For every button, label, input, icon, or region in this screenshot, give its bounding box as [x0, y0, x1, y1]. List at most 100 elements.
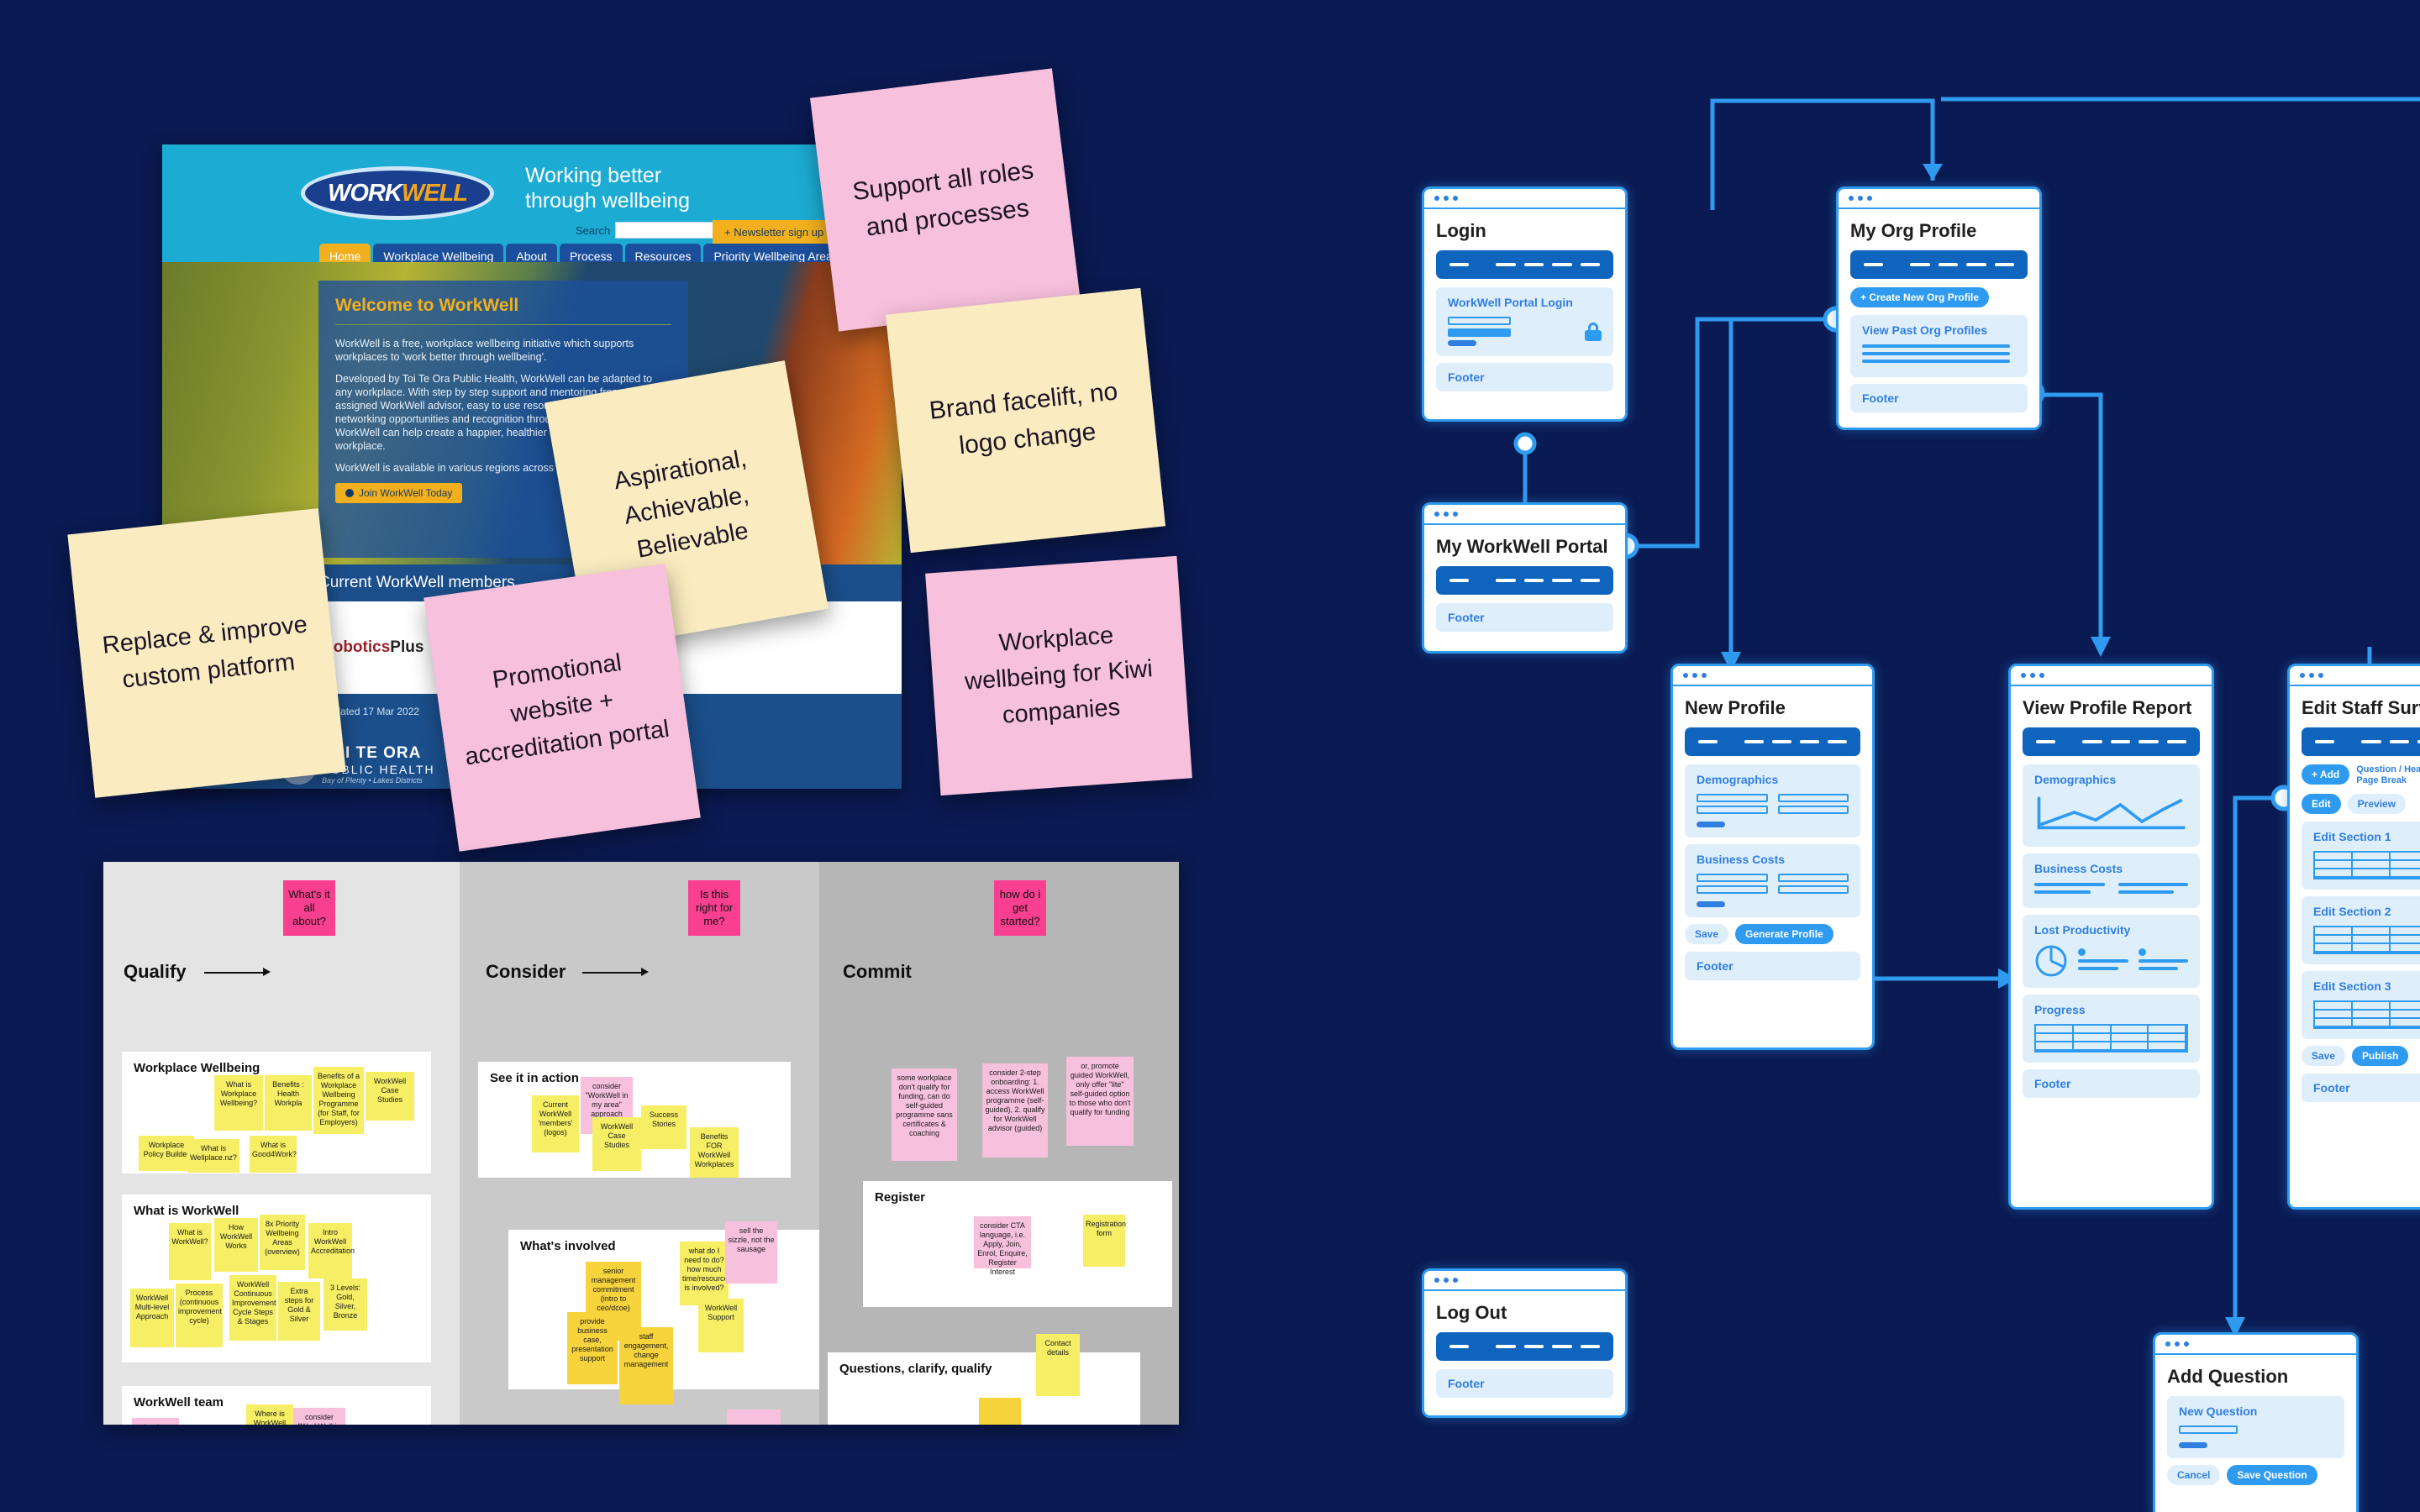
stage-arrow-qualify	[204, 972, 263, 974]
sticky-note-text: Aspirational, Achievable, Believable	[612, 444, 751, 564]
login-submit-button[interactable]	[1448, 340, 1476, 346]
wireframe-card-new-profile[interactable]: New Profile Demographics Business Costs …	[1670, 664, 1875, 1050]
demographics-field[interactable]	[1777, 794, 1849, 802]
add-caption-line-1: Question / Heading /	[2356, 764, 2420, 774]
panel-title: Register	[875, 1190, 926, 1205]
sticky-workplace-wellbeing-5: What is Wellplace.nz?	[187, 1139, 239, 1173]
sticky-workwell-team-1: Where is WorkWell	[246, 1404, 293, 1425]
section-footer: Footer	[1436, 1369, 1613, 1398]
business-costs-submit-button[interactable]	[1697, 901, 1725, 907]
card-title: My WorkWell Portal	[1436, 536, 1608, 557]
wireframe-card-login[interactable]: Login WorkWell Portal Login Footer	[1422, 186, 1628, 422]
generate-profile-button[interactable]: Generate Profile	[1735, 924, 1833, 944]
question-note-qualify: What's it all about?	[283, 880, 335, 936]
window-dot-icon	[2165, 1341, 2170, 1347]
create-org-profile-row[interactable]: + Create New Org Profile	[1850, 287, 2028, 307]
panel-title: Questions, clarify, qualify	[839, 1362, 992, 1376]
section-workwell-portal-login: WorkWell Portal Login	[1436, 287, 1613, 356]
sticky-what-is-workwell-4: WorkWell Continuous Improvement Cycle St…	[229, 1275, 276, 1341]
stage-label-consider: Consider	[486, 961, 566, 982]
window-chrome	[1424, 1271, 1625, 1291]
question-note-consider: Is this right for me?	[688, 880, 740, 936]
wireframe-card-my-workwell-portal[interactable]: My WorkWell Portal Footer	[1422, 502, 1628, 654]
cancel-button[interactable]: Cancel	[2167, 1465, 2221, 1485]
username-field[interactable]	[1448, 317, 1511, 325]
wireframe-card-my-org-profile[interactable]: My Org Profile + Create New Org Profile …	[1836, 186, 2042, 430]
section-heading: Demographics	[1697, 773, 1779, 786]
wireframe-card-view-profile-report[interactable]: View Profile Report Demographics Busines…	[2008, 664, 2214, 1210]
section-heading: Lost Productivity	[2034, 923, 2131, 937]
section-heading: Footer	[1448, 611, 1485, 624]
commit-loose-note	[727, 1410, 781, 1425]
new-question-submit-button[interactable]	[2179, 1442, 2207, 1448]
business-costs-field[interactable]	[1697, 885, 1768, 894]
business-costs-field[interactable]	[1777, 885, 1849, 894]
card-title: New Profile	[1685, 697, 1786, 718]
sticky-questions-filler	[979, 1398, 1021, 1425]
commit-note-1: consider 2-step onboarding: 1. access Wo…	[982, 1063, 1048, 1158]
sticky-whats-involved-1: what do I need to do? how much time/reso…	[680, 1242, 729, 1305]
sticky-note-replace-platform: Replace & improve custom platform	[67, 508, 346, 798]
demographics-submit-button[interactable]	[1697, 822, 1725, 827]
save-question-button[interactable]: Save Question	[2227, 1465, 2317, 1485]
business-costs-field[interactable]	[1697, 874, 1768, 882]
search-input[interactable]	[615, 222, 721, 239]
sticky-what-is-workwell-6: 3 Levels: Gold, Silver, Bronze	[324, 1278, 367, 1331]
join-workwell-label: Join WorkWell Today	[359, 487, 453, 499]
save-button[interactable]: Save	[2302, 1046, 2346, 1066]
sticky-note-text: Replace & improve custom platform	[101, 610, 309, 694]
demographics-field[interactable]	[1697, 806, 1768, 814]
section-heading: Footer	[1697, 959, 1733, 973]
bullet-icon	[345, 489, 354, 497]
wireframe-card-add-question[interactable]: Add Question New Question Cancel Save Qu…	[2153, 1332, 2359, 1512]
sticky-see-it-3: WorkWell Case Studies	[592, 1117, 641, 1171]
wireframe-card-edit-staff-survey[interactable]: Edit Staff Survey + Add Question / Headi…	[2287, 664, 2420, 1210]
publish-button[interactable]: Publish	[2352, 1046, 2409, 1066]
section-heading: Progress	[2034, 1003, 2086, 1016]
section-heading: Demographics	[2034, 773, 2117, 786]
create-new-org-profile-button[interactable]: + Create New Org Profile	[1850, 287, 1990, 307]
add-question-row[interactable]: + Add Question / Heading / Page Break	[2302, 764, 2420, 786]
section-lost-productivity: Lost Productivity	[2023, 915, 2200, 988]
window-dot-icon	[1683, 673, 1688, 678]
sticky-see-it-0: Current WorkWell 'members' (logos)	[532, 1095, 579, 1152]
panel-see-it-in-action: See it in action Current WorkWell 'membe…	[478, 1062, 791, 1178]
newsletter-signup-button[interactable]: + Newsletter sign up	[713, 220, 836, 244]
tab-preview[interactable]: Preview	[2347, 794, 2407, 814]
add-button[interactable]: + Add	[2302, 764, 2350, 785]
section-view-past-org-profiles[interactable]: View Past Org Profiles	[1850, 315, 2028, 377]
section-heading: Edit Section 2	[2313, 905, 2391, 918]
sticky-register-1: Registration form	[1083, 1215, 1126, 1267]
sticky-note-brand-facelift: Brand facelift, no logo change	[885, 287, 1166, 554]
sticky-questions-0: Contact details	[1036, 1334, 1080, 1396]
wireframe-card-log-out[interactable]: Log Out Footer	[1422, 1268, 1628, 1418]
window-dot-icon	[2184, 1341, 2189, 1347]
window-dot-icon	[1444, 1278, 1449, 1283]
password-field[interactable]	[1448, 328, 1511, 337]
save-button[interactable]: Save	[1685, 924, 1729, 944]
window-dot-icon	[2039, 673, 2044, 678]
tagline-line-1: Working better	[525, 164, 662, 187]
section-1-table	[2313, 851, 2420, 879]
demographics-field[interactable]	[1697, 794, 1768, 802]
sticky-workwell-team-2: consider "WorkWell in	[293, 1408, 345, 1425]
section-new-question: New Question	[2167, 1396, 2344, 1458]
section-heading: Footer	[2034, 1077, 2071, 1090]
sticky-note-text: Workplace wellbeing for Kiwi companies	[964, 622, 1154, 729]
stage-label-qualify: Qualify	[124, 961, 187, 982]
new-question-field[interactable]	[2179, 1425, 2238, 1434]
question-note-commit: how do i get started?	[994, 880, 1046, 936]
edit-preview-tabs[interactable]: Edit Preview	[2302, 794, 2420, 814]
line-chart-icon	[2037, 796, 2186, 830]
section-heading: New Question	[2179, 1404, 2258, 1418]
stage-arrow-head-qualify	[263, 968, 271, 976]
window-chrome	[1839, 189, 2039, 209]
join-workwell-button[interactable]: Join WorkWell Today	[335, 483, 463, 503]
business-costs-field[interactable]	[1777, 874, 1849, 882]
section-edit-section-2: Edit Section 2	[2302, 896, 2420, 964]
demographics-field[interactable]	[1777, 806, 1849, 814]
panel-title: See it in action	[490, 1071, 579, 1085]
sticky-note-text: Brand facelift, no logo change	[928, 377, 1119, 459]
window-dot-icon	[2175, 1341, 2180, 1347]
tab-edit[interactable]: Edit	[2302, 794, 2341, 814]
